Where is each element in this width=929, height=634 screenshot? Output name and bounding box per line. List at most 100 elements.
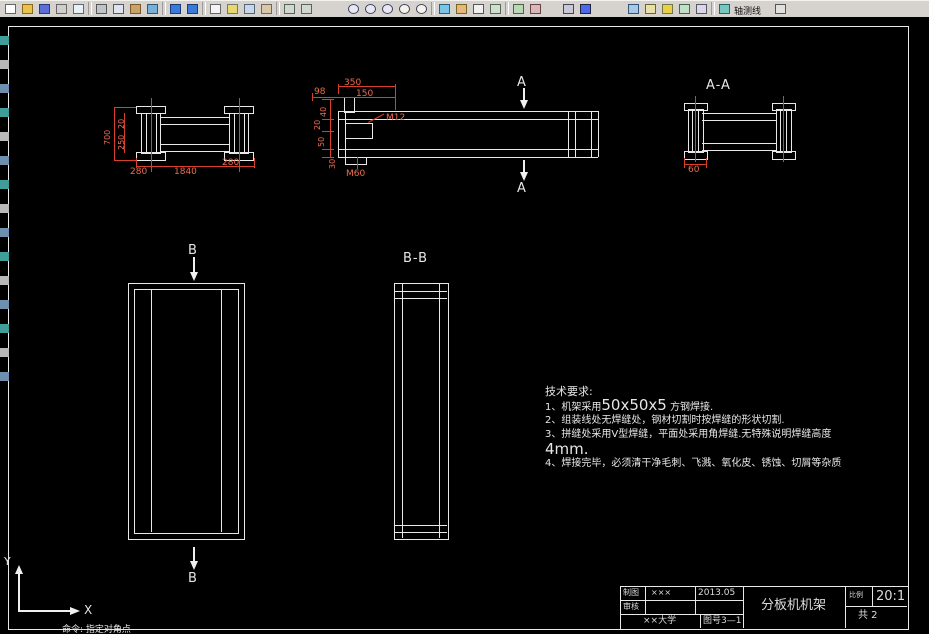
dim-1840: 1840 [174,167,197,177]
tech-item1-prefix: 1、机架采用 [545,402,602,413]
print-icon[interactable] [53,2,68,15]
palette-icon[interactable] [0,324,9,333]
date-value: 2013.05 [698,588,736,598]
dim-280-left: 280 [130,167,148,177]
dim-700: 700 [103,129,112,145]
object-snap-icon[interactable] [224,2,239,15]
calculator-icon[interactable] [560,2,575,15]
workspace-icon[interactable] [772,2,787,15]
undo-icon[interactable] [167,2,182,15]
palette-icon[interactable] [0,204,9,213]
palette-icon[interactable] [0,108,9,117]
toolbar-separator [276,2,280,15]
dim-m12: M12 [386,113,406,123]
tech-title: 技术要求: [545,385,593,398]
pan-icon[interactable] [207,2,222,15]
palette-icon[interactable] [0,180,9,189]
dim-250: 250 [117,134,126,150]
dim-m60: M60 [346,169,366,179]
attach-icon[interactable] [676,2,691,15]
palette-icon[interactable] [0,84,9,93]
section-b-label-top: B [188,243,198,258]
table-tool-icon[interactable] [487,2,502,15]
dim-150: 150 [356,89,374,99]
toolbar-separator [88,2,92,15]
palette-icon[interactable] [0,132,9,141]
redo-icon[interactable] [184,2,199,15]
regen-icon[interactable] [298,2,313,15]
x-axis-arrow-icon [70,607,80,615]
palette-icon[interactable] [0,36,9,45]
ucs-tool-icon[interactable] [241,2,256,15]
toolbar-separator [431,2,435,15]
new-file-icon[interactable] [2,2,17,15]
dim-40: 40 [319,106,328,117]
zoom-realtime-icon[interactable] [345,2,360,15]
command-line[interactable]: 命令: 指定对角点 [62,626,131,634]
paste-icon[interactable] [127,2,142,15]
section-bb-title: B-B [403,251,429,266]
dim-98: 98 [314,87,326,97]
distance-icon[interactable] [258,2,273,15]
y-axis-arrow-icon [15,565,23,574]
tech-item2: 2、组装线处无焊缝处，钢材切割时按焊缝的形状切割. [545,415,785,426]
palette-icon[interactable] [0,300,9,309]
save-icon[interactable] [36,2,51,15]
dim-30: 30 [328,158,337,169]
dimension-style-icon[interactable] [625,2,640,15]
tech-item3-size: 4mm. [545,440,589,458]
block-editor-icon[interactable] [659,2,674,15]
toolbar-separator [162,2,166,15]
dim-20b: 20 [313,119,322,130]
toolbar-separator [505,2,509,15]
palette-icon[interactable] [0,228,9,237]
redraw-icon[interactable] [281,2,296,15]
zoom-out-icon[interactable] [413,2,428,15]
check-label: 审核 [623,602,639,611]
section-a-label-top: A [517,75,527,90]
dim-280-right: 280 [222,158,240,168]
match-properties-icon[interactable] [144,2,159,15]
x-axis-label: X [84,603,93,617]
design-center-icon[interactable] [510,2,525,15]
palette-icon[interactable] [0,156,9,165]
section-arrow-icon [190,272,198,281]
palette-icon[interactable] [0,276,9,285]
copy-icon[interactable] [110,2,125,15]
dim-350: 350 [344,78,362,88]
scale-label: 比例 [849,591,863,599]
sheet-set-icon[interactable] [693,2,708,15]
palette-icon[interactable] [0,252,9,261]
section-arrow-icon [190,561,198,570]
tech-item1-suffix: 方钢焊接. [666,402,714,413]
cad-application-window: 轴测线 700 20 250 1840 280 280 M12 350 150 … [0,0,929,634]
tech-item4: 4、焊接完毕，必须清干净毛刺、飞溅、氧化皮、锈蚀、切屑等杂质 [545,458,842,469]
print-preview-icon[interactable] [70,2,85,15]
draw-label: 制图 [623,588,639,597]
help-icon[interactable] [577,2,592,15]
properties-icon[interactable] [453,2,468,15]
toolbar-separator [711,2,715,15]
text-tool-icon[interactable] [470,2,485,15]
palette-icon[interactable] [0,348,9,357]
zoom-window-icon[interactable] [362,2,377,15]
isometric-line-label: 轴测线 [734,7,762,17]
section-aa-title: A-A [706,78,731,93]
open-folder-icon[interactable] [19,2,34,15]
drawing-title: 分板机机架 [761,598,827,613]
toolbar: 轴测线 [0,0,929,18]
isometric-tool-icon[interactable] [716,2,731,15]
dim-20: 20 [117,118,126,129]
y-axis-label: Y [4,555,11,568]
organization: ××大学 [643,616,677,626]
layer-states-icon[interactable] [642,2,657,15]
tool-palettes-icon[interactable] [527,2,542,15]
zoom-in-icon[interactable] [396,2,411,15]
cut-icon[interactable] [93,2,108,15]
palette-icon[interactable] [0,372,9,381]
drawing-number: 图号3—1 [703,616,742,626]
palette-icon[interactable] [0,60,9,69]
zoom-previous-icon[interactable] [379,2,394,15]
layers-icon[interactable] [436,2,451,15]
draw-name: ××× [651,588,672,597]
